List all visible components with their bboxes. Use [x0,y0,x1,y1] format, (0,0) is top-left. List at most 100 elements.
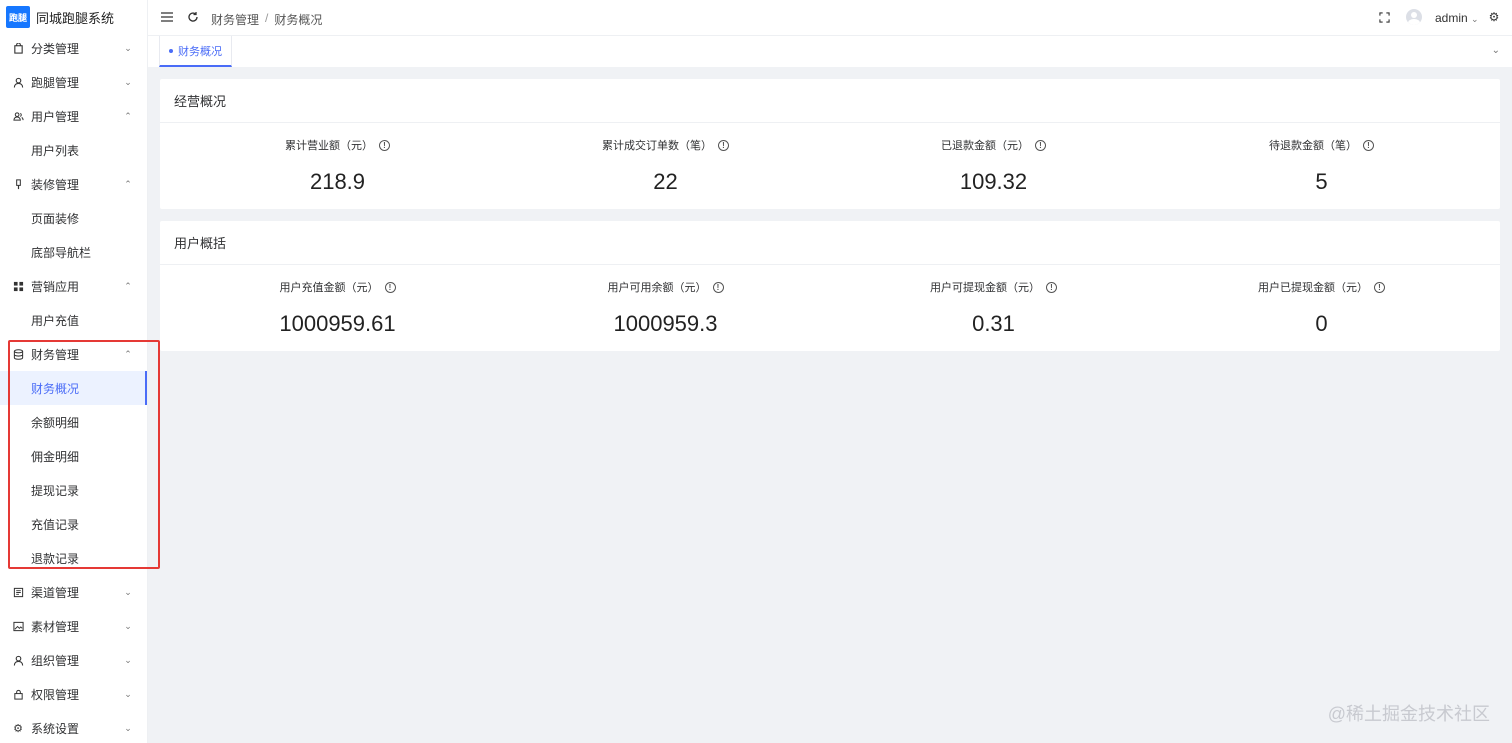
grid-icon [12,280,24,292]
menu-finance-management[interactable]: 财务管理 ⌃ [0,337,147,371]
info-icon[interactable]: ! [718,139,729,151]
submenu-refund-records[interactable]: 退款记录 [0,541,147,575]
logo[interactable]: 跑腿 同城跑腿系统 [0,0,147,34]
menu-label: 素材管理 [31,619,80,634]
chevron-up-icon: ⌃ [124,110,132,121]
submenu-withdraw-records[interactable]: 提现记录 [0,473,147,507]
settings-gear-icon[interactable]: ⚙ [1487,10,1501,24]
submenu-commission-detail[interactable]: 佣金明细 [0,439,147,473]
menu-channel-management[interactable]: 渠道管理 ⌄ [0,575,147,609]
brush-icon [12,178,24,190]
menu-fold-icon[interactable] [160,10,174,24]
avatar[interactable] [1406,9,1422,25]
submenu-finance-overview[interactable]: 财务概况 [0,371,147,405]
menu-organization-management[interactable]: 组织管理 ⌄ [0,643,147,677]
menu-label: 装修管理 [31,177,80,192]
info-icon[interactable]: ! [1374,281,1385,293]
chevron-down-icon: ⌄ [124,76,132,87]
menu-marketing[interactable]: 营销应用 ⌃ [0,269,147,303]
info-icon[interactable]: ! [379,139,390,151]
tabs-bar: 财务概况 ⌄ [148,36,1512,67]
submenu-balance-detail[interactable]: 余额明细 [0,405,147,439]
chevron-down-icon: ⌄ [124,688,132,699]
menu-decoration-management[interactable]: 装修管理 ⌃ [0,167,147,201]
info-icon[interactable]: ! [384,281,396,293]
image-icon [12,620,24,632]
stat-user-recharge: 用户充值金额（元）! 1000959.61 [170,279,505,337]
stat-label: 用户已提现金额（元） [1258,282,1368,294]
submenu-bottom-nav[interactable]: 底部导航栏 [0,235,147,269]
menu-label: 渠道管理 [31,585,80,600]
bag-icon [12,42,24,54]
menu-label: 财务管理 [31,347,80,362]
menu-material-management[interactable]: 素材管理 ⌄ [0,609,147,643]
stat-value: 5 [1315,169,1328,194]
stat-label: 用户可用余额（元） [607,282,707,294]
stat-value: 0.31 [972,311,1015,336]
menu-system-settings[interactable]: ⚙ 系统设置 ⌄ [0,711,147,743]
menu-label: 组织管理 [31,653,80,668]
breadcrumb-item: 财务概况 [274,13,323,27]
stat-user-available-balance: 用户可用余额（元）! 1000959.3 [498,279,833,337]
tab-finance-overview[interactable]: 财务概况 [159,36,232,67]
chevron-up-icon: ⌃ [124,178,132,189]
chevron-up-icon: ⌃ [124,280,132,291]
users-icon [12,110,24,122]
submenu-recharge-records[interactable]: 充值记录 [0,507,147,541]
tab-label: 财务概况 [178,45,222,58]
chevron-down-icon[interactable]: ⌄ [1492,45,1500,56]
stat-label: 累计营业额（元） [285,140,373,152]
stat-refunded-amount: 已退款金额（元）! 109.32 [826,137,1161,195]
submenu-user-list[interactable]: 用户列表 [0,133,147,167]
stat-value: 22 [653,169,678,194]
chevron-up-icon: ⌃ [124,348,132,359]
stat-value: 1000959.61 [279,311,396,336]
sidebar: 跑腿 同城跑腿系统 分类管理 ⌄ 跑腿管理 ⌄ 用户管理 ⌃ 用户列表 装修管理… [0,0,148,743]
user-icon [12,76,24,88]
menu-label: 营销应用 [31,279,80,294]
stat-label: 累计成交订单数（笔） [602,140,712,152]
info-icon[interactable]: ! [1363,139,1374,151]
menu-label: 分类管理 [31,41,80,56]
menu-label: 权限管理 [31,687,80,702]
watermark: @稀土掘金技术社区 [1327,704,1490,724]
refresh-icon[interactable] [186,10,200,24]
lock-icon [12,688,24,700]
user-dropdown[interactable]: admin ⌄ [1435,11,1479,25]
info-icon[interactable]: ! [1035,139,1046,151]
stat-value: 218.9 [309,169,366,194]
stat-pending-refunds: 待退款金额（笔）! 5 [1154,137,1489,195]
menu-permission-management[interactable]: 权限管理 ⌄ [0,677,147,711]
app-title: 同城跑腿系统 [36,10,115,26]
database-icon [12,348,24,360]
chevron-down-icon: ⌄ [124,620,132,631]
stat-label: 用户可提现金额（元） [930,282,1040,294]
stat-total-revenue: 累计营业额（元）! 218.9 [170,137,505,195]
breadcrumb-item[interactable]: 财务管理 [211,11,259,28]
stat-label: 用户充值金额（元） [279,282,379,294]
breadcrumb-separator: / [265,11,269,25]
business-overview-card: 经营概况 累计营业额（元）! 218.9 累计成交订单数（笔）! 22 已退款金… [160,79,1500,209]
menu-label: 系统设置 [31,721,80,736]
menu-errand-management[interactable]: 跑腿管理 ⌄ [0,65,147,99]
breadcrumb: 财务管理 / 财务概况 [211,11,322,28]
menu-label: 用户管理 [31,109,80,124]
stat-label: 待退款金额（笔） [1269,140,1357,152]
fullscreen-icon[interactable] [1377,10,1391,24]
submenu-page-decoration[interactable]: 页面装修 [0,201,147,235]
org-icon [12,654,24,666]
stat-user-withdrawable: 用户可提现金额（元）! 0.31 [826,279,1161,337]
info-icon[interactable]: ! [712,281,724,293]
logo-mark: 跑腿 [6,6,30,28]
menu-category-management[interactable]: 分类管理 ⌄ [0,31,147,65]
info-icon[interactable]: ! [1046,281,1057,293]
chevron-down-icon: ⌄ [124,42,132,53]
stat-value: 109.32 [959,169,1028,194]
card-title: 用户概括 [160,221,1500,265]
user-overview-card: 用户概括 用户充值金额（元）! 1000959.61 用户可用余额（元）! 10… [160,221,1500,351]
chevron-down-icon: ⌄ [124,722,132,733]
menu-user-management[interactable]: 用户管理 ⌃ [0,99,147,133]
chevron-down-icon: ⌄ [124,586,132,597]
submenu-user-recharge[interactable]: 用户充值 [0,303,147,337]
gear-icon: ⚙ [13,722,23,735]
